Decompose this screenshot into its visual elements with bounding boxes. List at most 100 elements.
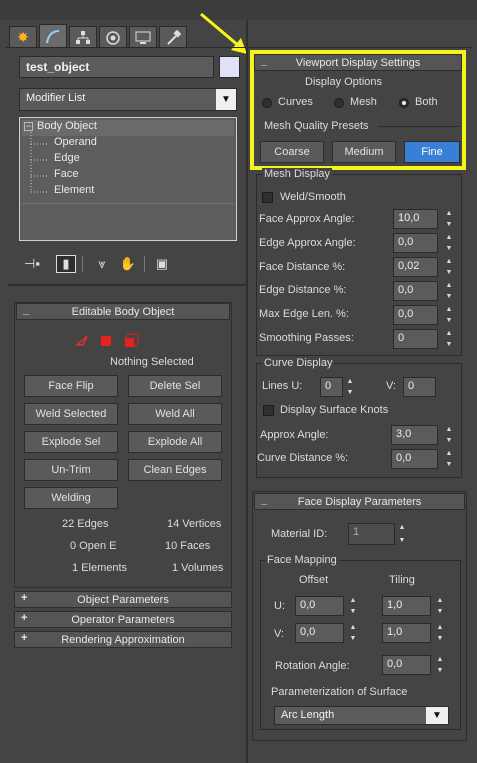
v-label: V: bbox=[274, 628, 284, 640]
face-subobject-icon[interactable] bbox=[101, 336, 111, 346]
smoothing-passes-label: Smoothing Passes: bbox=[259, 332, 354, 344]
spinner-arrows-icon[interactable]: ▲ ▼ bbox=[443, 329, 455, 349]
weld-selected-button[interactable]: Weld Selected bbox=[24, 403, 118, 425]
object-color-swatch[interactable] bbox=[219, 56, 240, 78]
tiling-v-spinner[interactable]: 1,0 ▲ ▼ bbox=[382, 623, 446, 643]
chevron-down-icon: ▼ bbox=[216, 89, 236, 110]
offset-v-spinner[interactable]: 0,0 ▲ ▼ bbox=[295, 623, 359, 643]
welding-button[interactable]: Welding bbox=[24, 487, 118, 509]
mesh-display-title: Mesh Display bbox=[262, 168, 333, 180]
operator-parameters-rollout[interactable]: + Operator Parameters bbox=[14, 611, 232, 628]
lines-v-spinner[interactable]: 0 bbox=[403, 377, 439, 397]
modifier-list-dropdown[interactable]: Modifier List ▼ bbox=[19, 88, 237, 111]
curve-distance-spinner[interactable]: 0,0 ▲ ▼ bbox=[391, 449, 455, 469]
show-end-result-icon[interactable]: ▮ bbox=[56, 255, 76, 273]
hierarchy-icon bbox=[76, 30, 90, 44]
spinner-arrows-icon[interactable]: ▲ ▼ bbox=[434, 596, 446, 616]
face-flip-button[interactable]: Face Flip bbox=[24, 375, 118, 397]
expand-plus-icon: + bbox=[21, 612, 28, 624]
face-approx-angle-spinner[interactable]: 10,0 ▲ ▼ bbox=[393, 209, 455, 229]
un-trim-button[interactable]: Un-Trim bbox=[24, 459, 118, 481]
stack-item-face[interactable]: Face bbox=[22, 168, 234, 184]
face-distance-label: Face Distance %: bbox=[259, 261, 346, 273]
tab-display[interactable] bbox=[129, 26, 157, 48]
stack-item-operand[interactable]: Operand bbox=[22, 136, 234, 152]
face-distance-spinner[interactable]: 0,02 ▲ ▼ bbox=[393, 257, 455, 277]
tab-utilities[interactable] bbox=[159, 26, 187, 48]
stack-item-body-object[interactable]: − Body Object bbox=[22, 120, 234, 136]
parameterization-dropdown[interactable]: Arc Length ▼ bbox=[274, 706, 449, 725]
motion-icon bbox=[106, 30, 120, 45]
spinner-arrows-icon[interactable]: ▲ ▼ bbox=[443, 233, 455, 253]
modify-curve-icon bbox=[46, 29, 60, 43]
tab-modify[interactable] bbox=[39, 24, 67, 48]
approx-angle-label: Approx Angle: bbox=[260, 429, 329, 441]
edge-approx-angle-spinner[interactable]: 0,0 ▲ ▼ bbox=[393, 233, 455, 253]
explode-all-button[interactable]: Explode All bbox=[128, 431, 222, 453]
smoothing-passes-spinner[interactable]: 0 ▲ ▼ bbox=[393, 329, 455, 349]
spinner-arrows-icon[interactable]: ▲ ▼ bbox=[443, 425, 455, 445]
remove-modifier-icon[interactable]: ✋ bbox=[118, 255, 138, 273]
delete-sel-button[interactable]: Delete Sel bbox=[128, 375, 222, 397]
tiling-label: Tiling bbox=[389, 574, 415, 586]
approx-angle-spinner[interactable]: 3,0 ▲ ▼ bbox=[391, 425, 455, 445]
highlight-box bbox=[250, 50, 466, 170]
clean-edges-button[interactable]: Clean Edges bbox=[128, 459, 222, 481]
explode-sel-button[interactable]: Explode Sel bbox=[24, 431, 118, 453]
spinner-arrows-icon[interactable]: ▲ ▼ bbox=[443, 209, 455, 229]
face-mapping-group bbox=[260, 560, 461, 730]
weld-smooth-checkbox[interactable] bbox=[262, 192, 273, 203]
display-monitor-icon bbox=[135, 31, 151, 44]
surface-knots-checkbox[interactable] bbox=[263, 405, 274, 416]
spinner-arrows-icon[interactable]: ▲ ▼ bbox=[344, 377, 356, 397]
stack-item-element[interactable]: Element bbox=[22, 184, 234, 200]
tab-motion[interactable] bbox=[99, 26, 127, 48]
stack-item-edge[interactable]: Edge bbox=[22, 152, 234, 168]
face-approx-angle-label: Face Approx Angle: bbox=[259, 213, 355, 225]
collapse-minus-icon: − bbox=[24, 121, 33, 131]
rollout-header[interactable]: _ Editable Body Object bbox=[16, 303, 230, 320]
modifier-stack[interactable]: − Body Object Operand Edge Face Element bbox=[19, 117, 237, 241]
spinner-arrows-icon[interactable]: ▲ ▼ bbox=[434, 623, 446, 643]
weld-all-button[interactable]: Weld All bbox=[128, 403, 222, 425]
max-edge-len-label: Max Edge Len. %: bbox=[259, 308, 349, 320]
curve-display-title: Curve Display bbox=[262, 357, 335, 369]
offset-u-spinner[interactable]: 0,0 ▲ ▼ bbox=[295, 596, 359, 616]
lines-u-spinner[interactable]: 0 ▲ ▼ bbox=[320, 377, 356, 397]
element-subobject-icon[interactable] bbox=[124, 333, 139, 348]
rendering-approximation-rollout[interactable]: + Rendering Approximation bbox=[14, 631, 232, 648]
rollout-header[interactable]: _ Face Display Parameters bbox=[254, 493, 465, 510]
rotation-angle-spinner[interactable]: 0,0 ▲ ▼ bbox=[382, 655, 446, 675]
star-burst-icon: ✸ bbox=[17, 29, 29, 45]
edges-count: 22 Edges bbox=[62, 518, 109, 530]
spinner-arrows-icon[interactable]: ▲ ▼ bbox=[443, 305, 455, 325]
spinner-arrows-icon[interactable]: ▲ ▼ bbox=[434, 655, 446, 675]
spinner-arrows-icon[interactable]: ▲ ▼ bbox=[443, 449, 455, 469]
spinner-arrows-icon[interactable]: ▲ ▼ bbox=[347, 596, 359, 616]
material-id-spinner[interactable]: 1 ▲ ▼ bbox=[348, 523, 408, 545]
tab-create[interactable]: ✸ bbox=[9, 26, 37, 48]
volumes-count: 1 Volumes bbox=[172, 562, 224, 574]
tab-hierarchy[interactable] bbox=[69, 26, 97, 48]
curve-distance-label: Curve Distance %: bbox=[257, 452, 349, 464]
edge-distance-spinner[interactable]: 0,0 ▲ ▼ bbox=[393, 281, 455, 301]
edge-subobject-icon[interactable] bbox=[75, 335, 88, 346]
tab-divider bbox=[6, 47, 472, 48]
tiling-u-spinner[interactable]: 1,0 ▲ ▼ bbox=[382, 596, 446, 616]
toolbar-separator bbox=[82, 256, 83, 272]
max-edge-len-spinner[interactable]: 0,0 ▲ ▼ bbox=[393, 305, 455, 325]
lines-v-label: V: bbox=[386, 380, 396, 392]
object-parameters-rollout[interactable]: + Object Parameters bbox=[14, 591, 232, 608]
pin-stack-icon[interactable]: ⊣▪ bbox=[22, 255, 42, 273]
elements-count: 1 Elements bbox=[72, 562, 128, 574]
object-name-field[interactable]: test_object bbox=[19, 56, 214, 78]
rollout-title: Face Display Parameters bbox=[297, 495, 422, 508]
edge-approx-angle-label: Edge Approx Angle: bbox=[259, 237, 356, 249]
configure-modifier-sets-icon[interactable]: ▣ bbox=[152, 255, 172, 273]
spinner-arrows-icon[interactable]: ▲ ▼ bbox=[443, 257, 455, 277]
expand-plus-icon: + bbox=[21, 592, 28, 604]
spinner-arrows-icon[interactable]: ▲ ▼ bbox=[396, 523, 408, 545]
make-unique-icon[interactable]: ⩔ bbox=[92, 255, 112, 273]
spinner-arrows-icon[interactable]: ▲ ▼ bbox=[347, 623, 359, 643]
spinner-arrows-icon[interactable]: ▲ ▼ bbox=[443, 281, 455, 301]
